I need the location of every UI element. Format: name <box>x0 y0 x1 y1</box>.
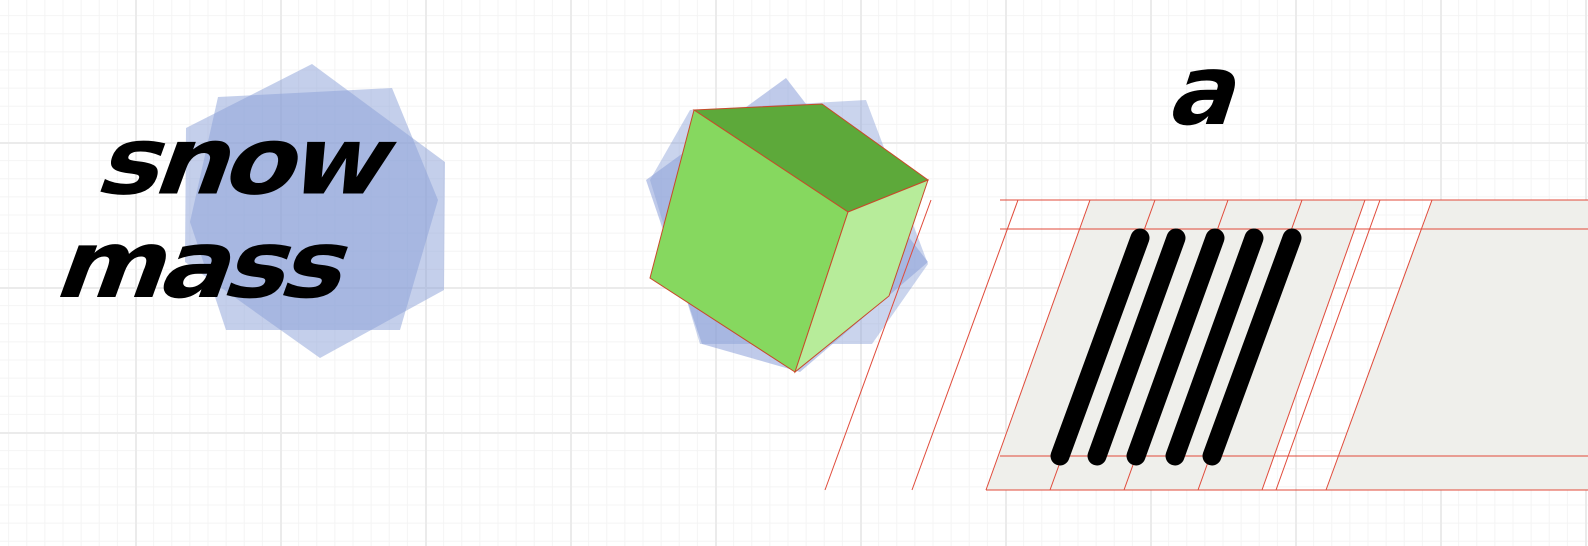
illustration-canvas: snow mass a <box>43 33 1588 491</box>
snowmass-logo: snow mass <box>43 64 445 358</box>
cube-icon <box>649 103 930 374</box>
cube-illustration <box>646 78 930 374</box>
type-guide <box>824 199 1588 491</box>
specimen-letter: a <box>1157 33 1260 147</box>
guide-band-right <box>1326 200 1588 490</box>
logo-line-snow: snow <box>85 107 410 216</box>
glyph-specimen: a <box>1157 33 1260 147</box>
logo-line-mass: mass <box>43 211 366 320</box>
